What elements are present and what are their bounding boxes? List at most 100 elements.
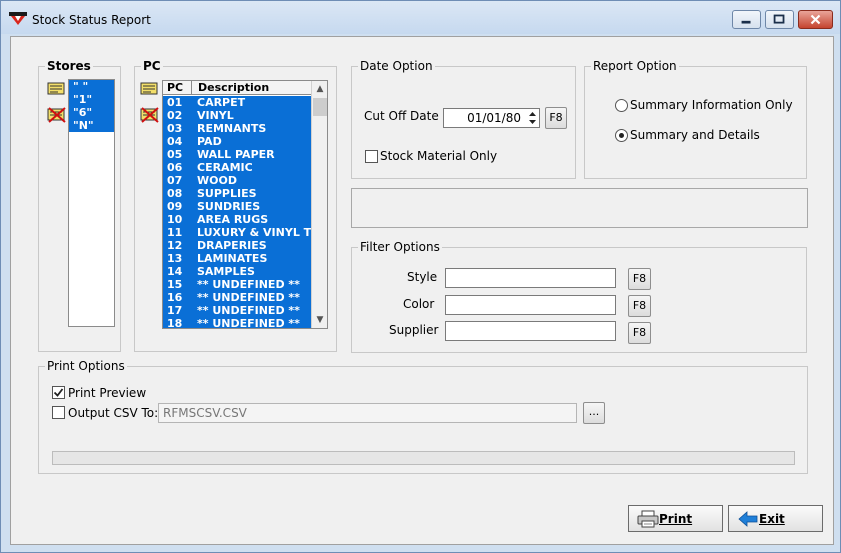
scroll-up-icon[interactable]: ▲ — [312, 81, 327, 97]
exit-button[interactable]: Exit — [728, 505, 823, 532]
color-label: Color — [403, 297, 435, 311]
list-item[interactable]: " " — [69, 80, 114, 93]
select-all-pc-icon[interactable] — [139, 80, 161, 98]
pc-code-cell: 10 — [167, 213, 183, 226]
pc-description-cell: ** UNDEFINED ** — [197, 278, 300, 291]
style-input[interactable] — [445, 268, 616, 288]
pc-description-cell: ** UNDEFINED ** — [197, 291, 300, 304]
table-row[interactable]: 07 WOOD — [163, 174, 311, 187]
maximize-button[interactable] — [765, 10, 794, 29]
list-item[interactable]: "6" — [69, 106, 114, 119]
pc-listbox[interactable]: PC Description 01 CARPET 02 VINYL 03 REMNANTS… — [162, 80, 328, 329]
main-window: Stock Status Report Stores " " "1" "6" "… — [0, 0, 841, 553]
date-spinner-icon[interactable] — [527, 110, 538, 126]
filter-options-label: Filter Options — [360, 240, 440, 254]
table-row[interactable]: 03 REMNANTS — [163, 122, 311, 135]
summary-details-radio[interactable] — [615, 129, 628, 142]
clear-pc-icon[interactable] — [139, 106, 161, 124]
supplier-label: Supplier — [389, 323, 439, 337]
cutoff-date-input[interactable]: 01/01/80 — [443, 108, 540, 128]
pc-description-cell: DRAPERIES — [197, 239, 267, 252]
date-option-label: Date Option — [360, 59, 433, 73]
stores-label: Stores — [47, 59, 91, 73]
pc-description-cell: CARPET — [197, 96, 246, 109]
table-row[interactable]: 05 WALL PAPER — [163, 148, 311, 161]
table-row[interactable]: 16 ** UNDEFINED ** — [163, 291, 311, 304]
pc-scrollbar[interactable]: ▲ ▼ — [311, 81, 327, 328]
pc-description-cell: PAD — [197, 135, 222, 148]
table-row[interactable]: 17 ** UNDEFINED ** — [163, 304, 311, 317]
table-row[interactable]: 12 DRAPERIES — [163, 239, 311, 252]
pc-description-cell: VINYL — [197, 109, 234, 122]
table-row[interactable]: 01 CARPET — [163, 96, 311, 109]
table-row[interactable]: 06 CERAMIC — [163, 161, 311, 174]
exit-arrow-icon — [738, 511, 758, 527]
clear-stores-icon[interactable] — [46, 106, 68, 124]
pc-rows: 01 CARPET 02 VINYL 03 REMNANTS 04 PAD 05 WALL PAP… — [163, 96, 327, 329]
table-row[interactable]: 04 PAD — [163, 135, 311, 148]
browse-button[interactable]: ... — [583, 402, 605, 424]
select-all-stores-icon[interactable] — [46, 80, 68, 98]
output-csv-label: Output CSV To: — [68, 406, 159, 420]
pc-code-cell: 14 — [167, 265, 183, 278]
table-row[interactable]: 10 AREA RUGS — [163, 213, 311, 226]
scroll-thumb[interactable] — [313, 98, 327, 116]
cutoff-date-value: 01/01/80 — [467, 111, 521, 125]
pc-code-cell: 11 — [167, 226, 183, 239]
list-item[interactable]: "N" — [69, 119, 114, 132]
cutoff-date-f8-button[interactable]: F8 — [545, 107, 567, 129]
pc-code-cell: 03 — [167, 122, 183, 135]
summary-only-radio[interactable] — [615, 99, 628, 112]
minimize-button[interactable] — [732, 10, 761, 29]
pc-code-cell: 17 — [167, 304, 183, 317]
table-row[interactable]: 11 LUXURY & VINYL TILE — [163, 226, 327, 239]
print-preview-checkbox[interactable] — [52, 386, 65, 399]
table-row[interactable]: 08 SUPPLIES — [163, 187, 311, 200]
supplier-f8-button[interactable]: F8 — [628, 322, 651, 344]
output-csv-checkbox[interactable] — [52, 406, 65, 419]
minimize-icon — [741, 20, 751, 24]
style-label: Style — [407, 270, 438, 284]
print-options-label: Print Options — [47, 359, 125, 373]
color-f8-button[interactable]: F8 — [628, 295, 651, 317]
maximize-icon — [773, 14, 785, 24]
table-row[interactable]: 13 LAMINATES — [163, 252, 311, 265]
summary-details-label: Summary and Details — [630, 128, 760, 142]
pc-description-cell: REMNANTS — [197, 122, 267, 135]
printer-icon — [637, 510, 659, 528]
pc-description-cell: ** UNDEFINED ** — [197, 304, 300, 317]
scroll-down-icon[interactable]: ▼ — [312, 312, 327, 328]
print-button[interactable]: Print — [628, 505, 723, 532]
pc-code-cell: 04 — [167, 135, 183, 148]
pc-description-cell: WALL PAPER — [197, 148, 275, 161]
description-column-header[interactable]: Description — [193, 81, 311, 95]
pc-description-cell: LUXURY & VINYL TILE — [197, 226, 328, 239]
table-row[interactable]: 14 SAMPLES — [163, 265, 311, 278]
pc-description-cell: WOOD — [197, 174, 237, 187]
pc-label: PC — [143, 59, 161, 73]
print-preview-label: Print Preview — [68, 386, 147, 400]
pc-description-cell: LAMINATES — [197, 252, 268, 265]
pc-column-header[interactable]: PC — [163, 81, 192, 95]
csv-filename-input[interactable]: RFMSCSV.CSV — [158, 403, 577, 423]
pc-description-cell: ** UNDEFINED ** — [197, 317, 300, 329]
pc-description-cell: SUPPLIES — [197, 187, 257, 200]
pc-code-cell: 15 — [167, 278, 183, 291]
table-row[interactable]: 02 VINYL — [163, 109, 311, 122]
csv-filename-value: RFMSCSV.CSV — [163, 406, 247, 420]
stores-listbox[interactable]: " " "1" "6" "N" — [68, 79, 115, 327]
close-icon — [810, 14, 821, 25]
table-row[interactable]: 18 ** UNDEFINED ** — [163, 317, 311, 329]
table-row[interactable]: 15 ** UNDEFINED ** — [163, 278, 311, 291]
stock-material-checkbox[interactable] — [365, 150, 378, 163]
color-input[interactable] — [445, 295, 616, 315]
table-row[interactable]: 09 SUNDRIES — [163, 200, 311, 213]
summary-only-label: Summary Information Only — [630, 98, 793, 112]
pc-description-cell: AREA RUGS — [197, 213, 269, 226]
supplier-input[interactable] — [445, 321, 616, 341]
close-button[interactable] — [798, 10, 833, 29]
title-bar: Stock Status Report — [1, 1, 840, 34]
pc-code-cell: 01 — [167, 96, 183, 109]
list-item[interactable]: "1" — [69, 93, 114, 106]
style-f8-button[interactable]: F8 — [628, 268, 651, 290]
